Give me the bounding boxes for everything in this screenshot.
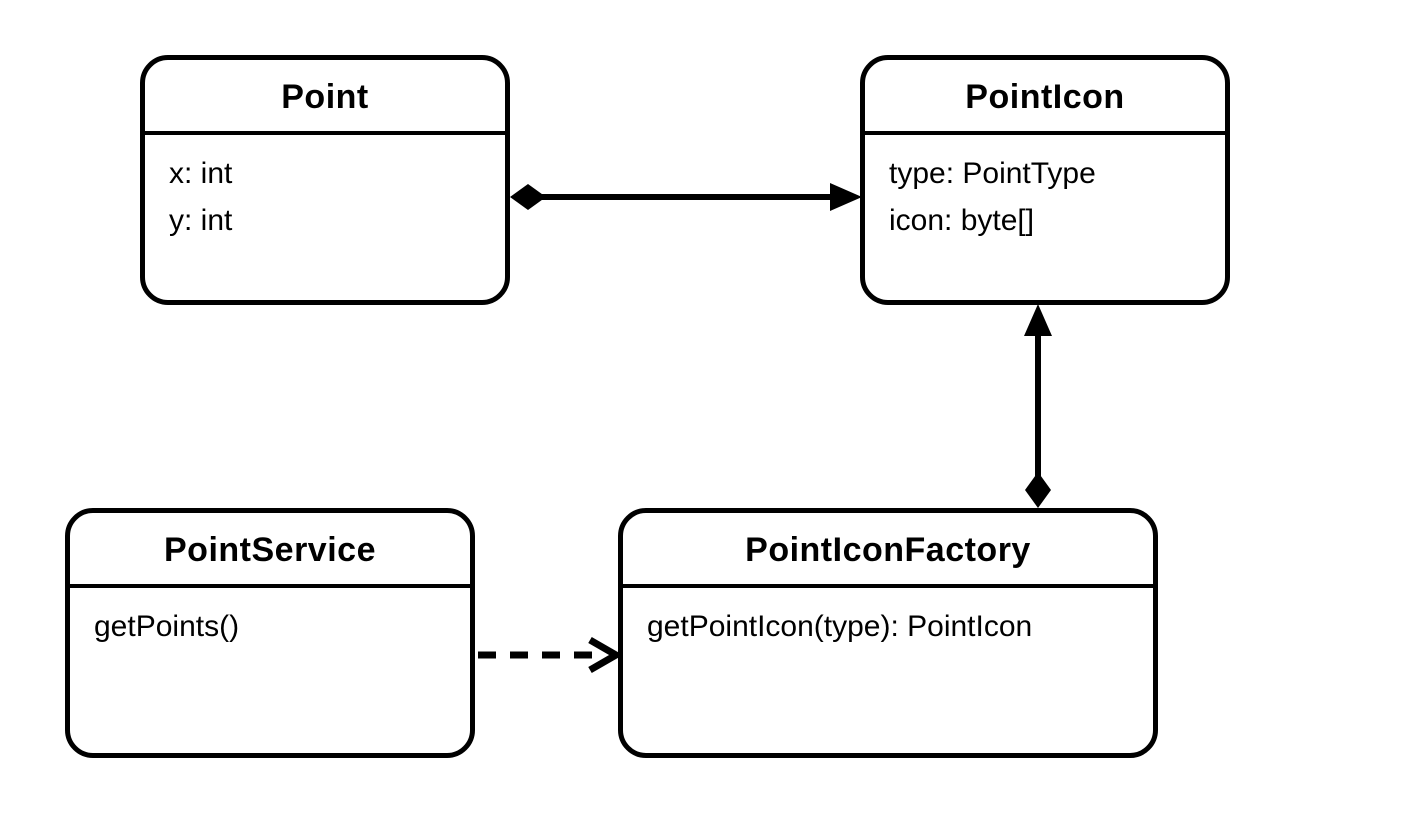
class-title: PointIconFactory bbox=[623, 513, 1153, 588]
class-attribute: y: int bbox=[169, 198, 481, 245]
class-body: type: PointType icon: byte[] bbox=[865, 135, 1225, 260]
class-title: PointIcon bbox=[865, 60, 1225, 135]
class-attribute: icon: byte[] bbox=[889, 198, 1201, 245]
class-title: PointService bbox=[70, 513, 470, 588]
class-attribute: type: PointType bbox=[889, 151, 1201, 198]
class-body: getPointIcon(type): PointIcon bbox=[623, 588, 1153, 667]
relationship-point-to-pointicon bbox=[510, 183, 862, 211]
class-box-pointservice: PointService getPoints() bbox=[65, 508, 475, 758]
class-operation: getPoints() bbox=[94, 604, 446, 651]
class-title: Point bbox=[145, 60, 505, 135]
class-attribute: x: int bbox=[169, 151, 481, 198]
class-body: x: int y: int bbox=[145, 135, 505, 260]
class-body: getPoints() bbox=[70, 588, 470, 667]
uml-diagram-canvas: Point x: int y: int PointIcon type: Poin… bbox=[0, 0, 1412, 831]
class-operation: getPointIcon(type): PointIcon bbox=[647, 604, 1129, 651]
relationship-factory-to-pointicon bbox=[1024, 304, 1052, 508]
class-box-point: Point x: int y: int bbox=[140, 55, 510, 305]
relationship-service-to-factory bbox=[478, 640, 616, 670]
class-box-pointicon: PointIcon type: PointType icon: byte[] bbox=[860, 55, 1230, 305]
class-box-pointiconfactory: PointIconFactory getPointIcon(type): Poi… bbox=[618, 508, 1158, 758]
